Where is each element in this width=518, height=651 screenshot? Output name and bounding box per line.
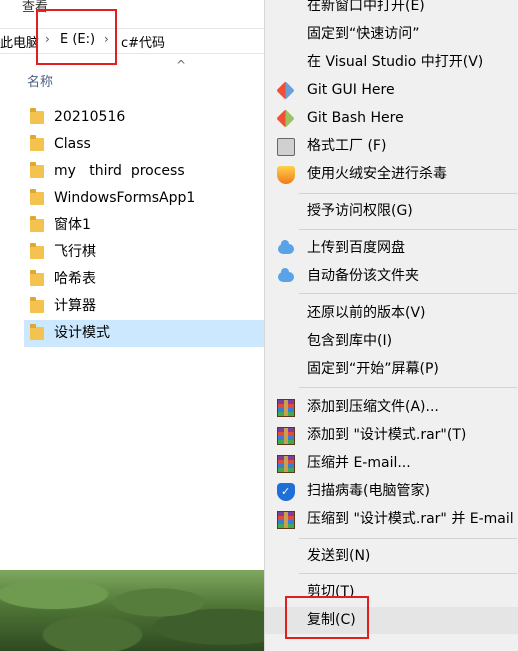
folder-icon (30, 135, 44, 151)
menu-separator (299, 573, 517, 574)
git-gui-icon (276, 81, 295, 100)
menu-item-label: 扫描病毒(电脑管家) (307, 483, 430, 499)
file-name: 20210516 (54, 109, 126, 125)
folder-icon (30, 297, 44, 313)
menu-item-label: Git Bash Here (307, 110, 404, 126)
column-header-name[interactable]: 名称 (27, 71, 53, 90)
file-name: my third process (54, 163, 185, 179)
format-factory-icon (277, 138, 295, 156)
menu-item-label: 固定到“快速访问” (307, 26, 420, 42)
baidu-cloud-icon (278, 268, 294, 282)
winrar-icon (277, 399, 295, 417)
file-name: Class (54, 136, 91, 152)
breadcrumb-this-pc[interactable]: 此电脑 (0, 32, 39, 51)
menu-item-auto-backup[interactable]: 自动备份该文件夹 (265, 263, 518, 290)
menu-item-label: 在新窗口中打开(E) (307, 0, 425, 14)
breadcrumb-folder[interactable]: c#代码 (121, 32, 165, 51)
list-item[interactable]: WindowsFormsApp1 (24, 185, 264, 212)
highlight-box-drive (36, 9, 117, 65)
menu-item-huorong-scan[interactable]: 使用火绒安全进行杀毒 (265, 161, 518, 188)
menu-item-format-factory[interactable]: 格式工厂 (F) (265, 133, 518, 160)
list-item[interactable]: 计算器 (24, 293, 264, 320)
menu-item-label: 在 Visual Studio 中打开(V) (307, 54, 484, 70)
tencent-shield-icon (277, 483, 295, 501)
menu-item-label: 固定到“开始”屏幕(P) (307, 361, 439, 377)
menu-item-label: 使用火绒安全进行杀毒 (307, 166, 447, 182)
menu-item-label: 压缩到 "设计模式.rar" 并 E-mail (307, 511, 514, 527)
folder-icon (30, 162, 44, 178)
folder-icon (30, 324, 44, 340)
menu-item-add-archive[interactable]: 添加到压缩文件(A)... (265, 394, 518, 421)
desktop-wallpaper (0, 570, 264, 651)
menu-item-include-library[interactable]: 包含到库中(I) (265, 328, 518, 355)
list-item[interactable]: 哈希表 (24, 266, 264, 293)
list-item[interactable]: 20210516 (24, 104, 264, 131)
menu-item-label: 还原以前的版本(V) (307, 305, 426, 321)
list-item[interactable]: Class (24, 131, 264, 158)
menu-item-label: 包含到库中(I) (307, 333, 393, 349)
menu-item-compress-rar-email[interactable]: 压缩到 "设计模式.rar" 并 E-mail (265, 506, 518, 533)
sort-chevron-up-icon[interactable]: ^ (176, 58, 186, 72)
file-explorer: 查看 此电脑 › E (E:) › c#代码 ^ 名称 20210516 Cla… (0, 0, 264, 651)
menu-item-pin-quick-access[interactable]: 固定到“快速访问” (265, 21, 518, 48)
file-name: WindowsFormsApp1 (54, 190, 196, 206)
menu-item-label: 压缩并 E-mail... (307, 455, 411, 471)
highlight-box-copy (285, 596, 369, 639)
huorong-icon (277, 166, 295, 184)
list-item[interactable]: 窗体1 (24, 212, 264, 239)
menu-separator (299, 293, 517, 294)
git-bash-icon (276, 109, 295, 128)
menu-item-open-new-window[interactable]: 在新窗口中打开(E) (265, 0, 518, 20)
folder-icon (30, 189, 44, 205)
menu-item-label: 添加到压缩文件(A)... (307, 399, 439, 415)
menu-separator (299, 229, 517, 230)
menu-item-upload-baidu[interactable]: 上传到百度网盘 (265, 235, 518, 262)
menu-item-label: 添加到 "设计模式.rar"(T) (307, 427, 467, 443)
context-menu: 在新窗口中打开(E) 固定到“快速访问” 在 Visual Studio 中打开… (264, 0, 518, 651)
menu-separator (299, 387, 517, 388)
menu-item-label: 授予访问权限(G) (307, 203, 413, 219)
menu-item-label: 发送到(N) (307, 548, 371, 564)
menu-item-git-gui[interactable]: Git GUI Here (265, 77, 518, 104)
baidu-cloud-icon (278, 240, 294, 254)
menu-item-restore-versions[interactable]: 还原以前的版本(V) (265, 300, 518, 327)
winrar-icon (277, 511, 295, 529)
menu-item-label: Git GUI Here (307, 82, 395, 98)
winrar-icon (277, 455, 295, 473)
menu-separator (299, 538, 517, 539)
folder-icon (30, 108, 44, 124)
menu-item-scan-virus[interactable]: 扫描病毒(电脑管家) (265, 478, 518, 505)
file-name: 窗体1 (54, 217, 91, 233)
file-name: 飞行棋 (54, 244, 96, 260)
menu-item-label: 格式工厂 (F) (307, 138, 387, 154)
file-name: 计算器 (54, 298, 96, 314)
list-item[interactable]: 飞行棋 (24, 239, 264, 266)
menu-separator (299, 193, 517, 194)
menu-item-add-to-rar[interactable]: 添加到 "设计模式.rar"(T) (265, 422, 518, 449)
menu-item-git-bash[interactable]: Git Bash Here (265, 105, 518, 132)
file-list: 20210516 Class my third process WindowsF… (24, 104, 264, 347)
menu-item-grant-access[interactable]: 授予访问权限(G) (265, 198, 518, 225)
winrar-icon (277, 427, 295, 445)
list-item-selected[interactable]: 设计模式 (24, 320, 264, 347)
folder-icon (30, 216, 44, 232)
file-name: 设计模式 (54, 325, 110, 341)
menu-item-pin-start[interactable]: 固定到“开始”屏幕(P) (265, 356, 518, 383)
folder-icon (30, 270, 44, 286)
menu-item-send-to[interactable]: 发送到(N) (265, 543, 518, 570)
menu-item-label: 上传到百度网盘 (307, 240, 405, 256)
menu-item-compress-email[interactable]: 压缩并 E-mail... (265, 450, 518, 477)
file-name: 哈希表 (54, 271, 96, 287)
list-item[interactable]: my third process (24, 158, 264, 185)
menu-item-label: 自动备份该文件夹 (307, 268, 419, 284)
folder-icon (30, 243, 44, 259)
menu-item-open-visual-studio[interactable]: 在 Visual Studio 中打开(V) (265, 49, 518, 76)
